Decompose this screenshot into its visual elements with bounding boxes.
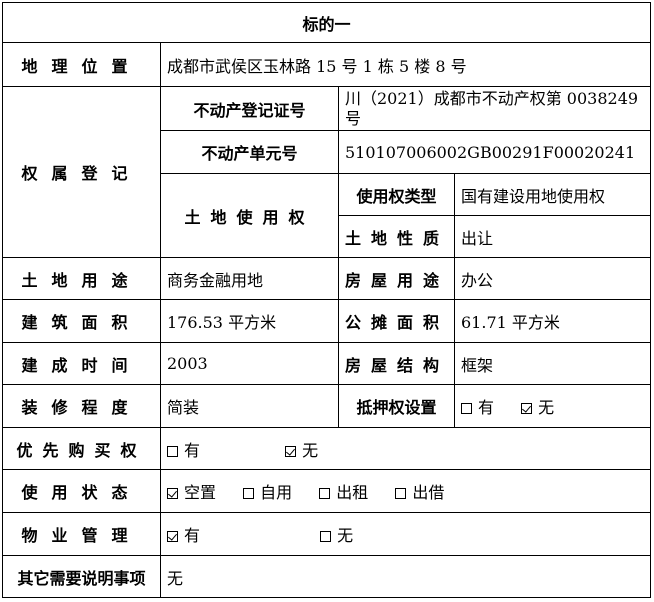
table-title: 标的一: [1, 2, 652, 43]
mgmt-option-no[interactable]: 无: [320, 522, 353, 546]
land-nature-value: 出让: [453, 215, 652, 258]
other-notes-value: 无: [159, 555, 652, 598]
preemption-options: 有 无: [159, 427, 652, 470]
built-time-value: 2003: [160, 342, 339, 385]
property-mgmt-label: 物业管理: [2, 512, 161, 556]
checkbox-checked[interactable]: [167, 531, 178, 542]
usage-status-label: 使用状态: [2, 469, 161, 513]
shared-area-value: 61.71 平方米: [453, 299, 652, 343]
cert-label: 不动产登记证号: [160, 86, 339, 131]
checkbox[interactable]: [461, 403, 472, 414]
structure-value: 框架: [453, 342, 652, 385]
preemption-option-yes[interactable]: 有: [167, 437, 200, 461]
property-info-table: 标的一 地理位置 成都市武侯区玉林路 15 号 1 栋 5 楼 8 号 权属登记…: [1, 2, 652, 598]
mortgage-options: 有 无: [453, 384, 652, 428]
structure-label: 房屋结构: [338, 342, 455, 385]
other-notes-label: 其它需要说明事项: [2, 555, 161, 598]
ownership-label: 权属登记: [2, 86, 161, 258]
right-type-value: 国有建设用地使用权: [453, 173, 652, 216]
mgmt-option-yes[interactable]: 有: [167, 522, 200, 546]
unit-label: 不动产单元号: [160, 130, 339, 174]
checkbox[interactable]: [243, 488, 255, 499]
land-use-right-label: 土地使用权: [160, 173, 339, 258]
usage-option-self-use[interactable]: 自用: [243, 479, 292, 503]
unit-value: 510107006002GB00291F00020241: [337, 130, 652, 174]
preemption-label: 优先购买权: [2, 427, 161, 470]
property-mgmt-options: 有 无: [159, 512, 652, 556]
checkbox[interactable]: [395, 488, 407, 499]
checkbox-checked[interactable]: [521, 403, 533, 414]
checkbox[interactable]: [167, 445, 178, 457]
area-label: 建筑面积: [2, 299, 161, 343]
usage-option-vacant[interactable]: 空置: [167, 479, 216, 503]
decoration-value: 简装: [160, 384, 339, 428]
mortgage-option-no[interactable]: 无: [521, 394, 554, 418]
land-purpose-label: 土地用途: [2, 257, 161, 300]
checkbox[interactable]: [319, 488, 331, 499]
preemption-option-no[interactable]: 无: [285, 437, 318, 461]
location-label: 地理位置: [2, 42, 161, 87]
cert-value: 川（2021）成都市不动产权第 0038249 号: [337, 86, 652, 131]
land-nature-label: 土地性质: [338, 215, 455, 258]
usage-option-rent[interactable]: 出租: [319, 479, 368, 503]
usage-status-options: 空置 自用 出租 出借: [159, 469, 652, 513]
area-value: 176.53 平方米: [160, 299, 339, 343]
decoration-label: 装修程度: [2, 384, 161, 428]
land-purpose-value: 商务金融用地: [160, 257, 339, 300]
shared-area-label: 公摊面积: [338, 299, 455, 343]
house-purpose-label: 房屋用途: [338, 257, 455, 300]
location-value: 成都市武侯区玉林路 15 号 1 栋 5 楼 8 号: [159, 42, 652, 87]
checkbox-checked[interactable]: [285, 445, 297, 457]
house-purpose-value: 办公: [453, 257, 652, 300]
checkbox-checked[interactable]: [167, 488, 178, 499]
usage-option-lend[interactable]: 出借: [395, 479, 444, 503]
right-type-label: 使用权类型: [338, 173, 455, 216]
mortgage-label: 抵押权设置: [338, 384, 455, 428]
checkbox[interactable]: [320, 531, 332, 542]
built-time-label: 建成时间: [2, 342, 161, 385]
mortgage-option-yes[interactable]: 有: [461, 394, 494, 418]
